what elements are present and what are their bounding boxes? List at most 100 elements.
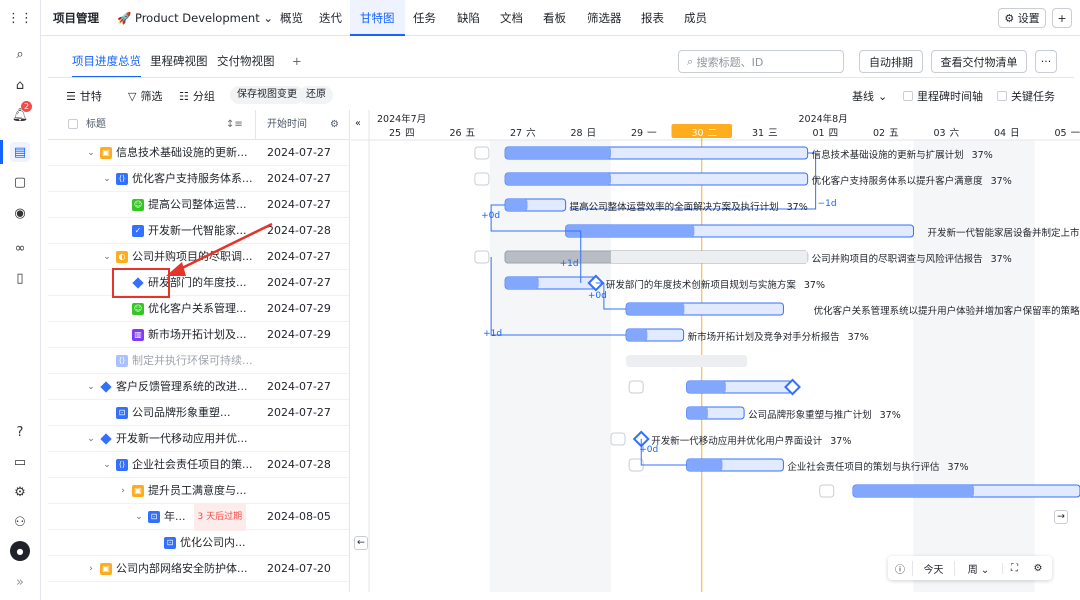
- tab-docs[interactable]: 文档: [500, 0, 523, 36]
- chevron-down-icon[interactable]: ⌄: [86, 374, 96, 400]
- collapse-icon[interactable]: «: [355, 118, 361, 129]
- task-bar-progress[interactable]: [686, 381, 726, 393]
- chevron-down-icon[interactable]: ⌄: [134, 504, 144, 530]
- task-bar-progress[interactable]: [626, 303, 685, 315]
- add-button[interactable]: +: [1052, 8, 1072, 28]
- auto-schedule-button[interactable]: 自动排期: [859, 50, 923, 73]
- row-start-date[interactable]: 2024-07-27: [267, 244, 331, 270]
- row-start-date[interactable]: 2024-08-05: [267, 504, 331, 530]
- task-bar-progress[interactable]: [505, 147, 611, 159]
- row-start-date[interactable]: 2024-07-27: [267, 192, 331, 218]
- inbox-icon[interactable]: ▭: [10, 452, 30, 472]
- help-icon[interactable]: ?: [10, 422, 30, 442]
- table-row[interactable]: ⌄ ⊡ 年... 3 天后过期 2024-08-05: [48, 503, 349, 531]
- task-bar-progress[interactable]: [505, 277, 539, 289]
- row-title-cell[interactable]: ✓ 开发新一代智能家...: [118, 218, 247, 244]
- table-row[interactable]: ⌄ ▣ 信息技术基础设施的更新... 2024-07-27: [48, 140, 349, 166]
- tab-tasks[interactable]: 任务: [413, 0, 436, 36]
- chevron-down-icon[interactable]: ⌄: [86, 426, 96, 452]
- task-bar-progress[interactable]: [565, 225, 695, 237]
- row-title-cell[interactable]: › ▣ 提升员工满意度与...: [118, 478, 247, 504]
- tune-icon[interactable]: ⚙: [1026, 563, 1050, 574]
- row-title-cell[interactable]: ⌄ ◐ 公司并购项目的尽职调...: [102, 244, 253, 270]
- table-row[interactable]: ⟨⟩ 制定并执行环保可持续...: [48, 348, 349, 374]
- placeholder-bar[interactable]: [626, 355, 748, 367]
- table-row[interactable]: ⌄ ⟨⟩ 企业社会责任项目的策... 2024-07-28: [48, 452, 349, 478]
- gantt-toggle[interactable]: ☰ 甘特: [66, 88, 102, 104]
- table-row[interactable]: ▥ 新市场开拓计划及... 2024-07-29: [48, 322, 349, 348]
- search-icon[interactable]: ⌕: [10, 44, 30, 64]
- table-row[interactable]: ☺ 优化客户关系管理... 2024-07-29: [48, 296, 349, 322]
- row-start-date[interactable]: 2024-07-27: [267, 374, 331, 400]
- task-bar-progress[interactable]: [626, 329, 648, 341]
- gantt-chart[interactable]: «2024年7月 2024年8月 25 四 26 五 27 六 28 日 29 一 30 二 31 三 01 四 0…: [351, 110, 1080, 592]
- row-start-date[interactable]: 2024-07-27: [267, 400, 331, 426]
- row-title-cell[interactable]: ☺ 优化客户关系管理...: [118, 296, 247, 322]
- bell-icon[interactable]: 🔔︎ 2: [10, 101, 32, 125]
- col-start[interactable]: 开始时间: [267, 110, 307, 140]
- tab-iteration[interactable]: 迭代: [319, 0, 342, 36]
- column-settings-icon[interactable]: ⚙: [330, 110, 339, 140]
- row-title-cell[interactable]: ⌄ 开发新一代移动应用并优...: [86, 426, 247, 452]
- save-view-button[interactable]: 保存视图变更: [230, 86, 304, 104]
- view-tab-milestones[interactable]: 里程碑视图: [150, 50, 208, 78]
- search-input[interactable]: ⌕ 搜索标题、ID: [678, 50, 844, 73]
- doc-icon[interactable]: ▢: [10, 172, 30, 192]
- row-title-cell[interactable]: 研发部门的年度技...: [118, 270, 247, 296]
- add-user-icon[interactable]: ⚇: [10, 512, 30, 532]
- view-tab-overview[interactable]: 项目进度总览: [72, 50, 141, 78]
- table-row[interactable]: ⌄ ◐ 公司并购项目的尽职调... 2024-07-27: [48, 244, 349, 270]
- chevron-down-icon[interactable]: ⌄: [102, 166, 112, 192]
- grid-icon[interactable]: ⋮⋮: [7, 8, 33, 28]
- info-icon[interactable]: ⓘ: [888, 561, 912, 576]
- checkbox[interactable]: [997, 91, 1007, 101]
- group-button[interactable]: ☷ 分组: [179, 88, 215, 104]
- chevron-down-icon[interactable]: ⌄: [102, 244, 112, 270]
- row-start-date[interactable]: 2024-07-27: [267, 166, 331, 192]
- task-bar-remaining[interactable]: [611, 251, 808, 263]
- table-row[interactable]: ⌄ ⟨⟩ 优化客户支持服务体系... 2024-07-27: [48, 166, 349, 192]
- fit-icon[interactable]: ⛶: [1002, 562, 1026, 574]
- home-icon[interactable]: ⌂: [10, 75, 30, 95]
- row-start-date[interactable]: 2024-07-29: [267, 296, 331, 322]
- row-title-cell[interactable]: ⊡ 优化公司内...: [150, 530, 246, 556]
- task-bar-progress[interactable]: [686, 459, 723, 471]
- avatar[interactable]: ●: [10, 541, 30, 561]
- tab-filters[interactable]: 筛选器: [587, 0, 622, 36]
- table-row[interactable]: 研发部门的年度技... 2024-07-27: [48, 270, 349, 296]
- row-start-date[interactable]: 2024-07-20: [267, 556, 331, 582]
- restore-button[interactable]: 还原: [299, 86, 333, 104]
- milestone-axis-checkbox[interactable]: 里程碑时间轴: [903, 88, 983, 104]
- row-title-cell[interactable]: ⟨⟩ 制定并执行环保可持续...: [102, 348, 253, 374]
- task-bar-progress[interactable]: [686, 407, 708, 419]
- tab-bugs[interactable]: 缺陷: [457, 0, 480, 36]
- tab-reports[interactable]: 报表: [641, 0, 664, 36]
- table-row[interactable]: › ▣ 提升员工满意度与...: [48, 478, 349, 504]
- tab-overview[interactable]: 概览: [280, 0, 303, 36]
- chevron-down-icon[interactable]: ⌄: [102, 452, 112, 478]
- checkbox[interactable]: [903, 91, 913, 101]
- table-row[interactable]: ⌄ 开发新一代移动应用并优...: [48, 426, 349, 452]
- row-start-date[interactable]: 2024-07-27: [267, 140, 331, 166]
- scale-select[interactable]: 周 ⌄: [954, 560, 1002, 576]
- row-title-cell[interactable]: ⌄ ⟨⟩ 优化客户支持服务体系...: [102, 166, 253, 192]
- table-row[interactable]: › ▣ 公司内部网络安全防护体... 2024-07-20: [48, 556, 349, 582]
- link-icon[interactable]: ∞: [10, 238, 30, 258]
- today-button[interactable]: 今天: [912, 560, 954, 576]
- select-all-checkbox[interactable]: [68, 110, 78, 140]
- scroll-right-arrow[interactable]: →: [1054, 510, 1068, 524]
- sort-icon[interactable]: ↕≡: [226, 110, 243, 140]
- row-start-date[interactable]: 2024-07-29: [267, 322, 331, 348]
- row-title-cell[interactable]: ⊡ 公司品牌形象重塑...: [102, 400, 231, 426]
- file-icon[interactable]: ▯: [10, 268, 30, 288]
- row-title-cell[interactable]: ▥ 新市场开拓计划及...: [118, 322, 247, 348]
- tab-members[interactable]: 成员: [684, 0, 707, 36]
- space-selector[interactable]: 🚀 Product Development ⌄: [117, 0, 273, 36]
- view-deliverables-button[interactable]: 查看交付物清单: [931, 50, 1027, 73]
- project-title[interactable]: 项目管理: [53, 0, 99, 36]
- row-title-cell[interactable]: ⌄ ⟨⟩ 企业社会责任项目的策...: [102, 452, 253, 478]
- tab-kanban[interactable]: 看板: [543, 0, 566, 36]
- expand-icon[interactable]: »: [10, 572, 30, 592]
- add-view-button[interactable]: +: [292, 50, 302, 78]
- tab-gantt[interactable]: 甘特图: [350, 0, 405, 36]
